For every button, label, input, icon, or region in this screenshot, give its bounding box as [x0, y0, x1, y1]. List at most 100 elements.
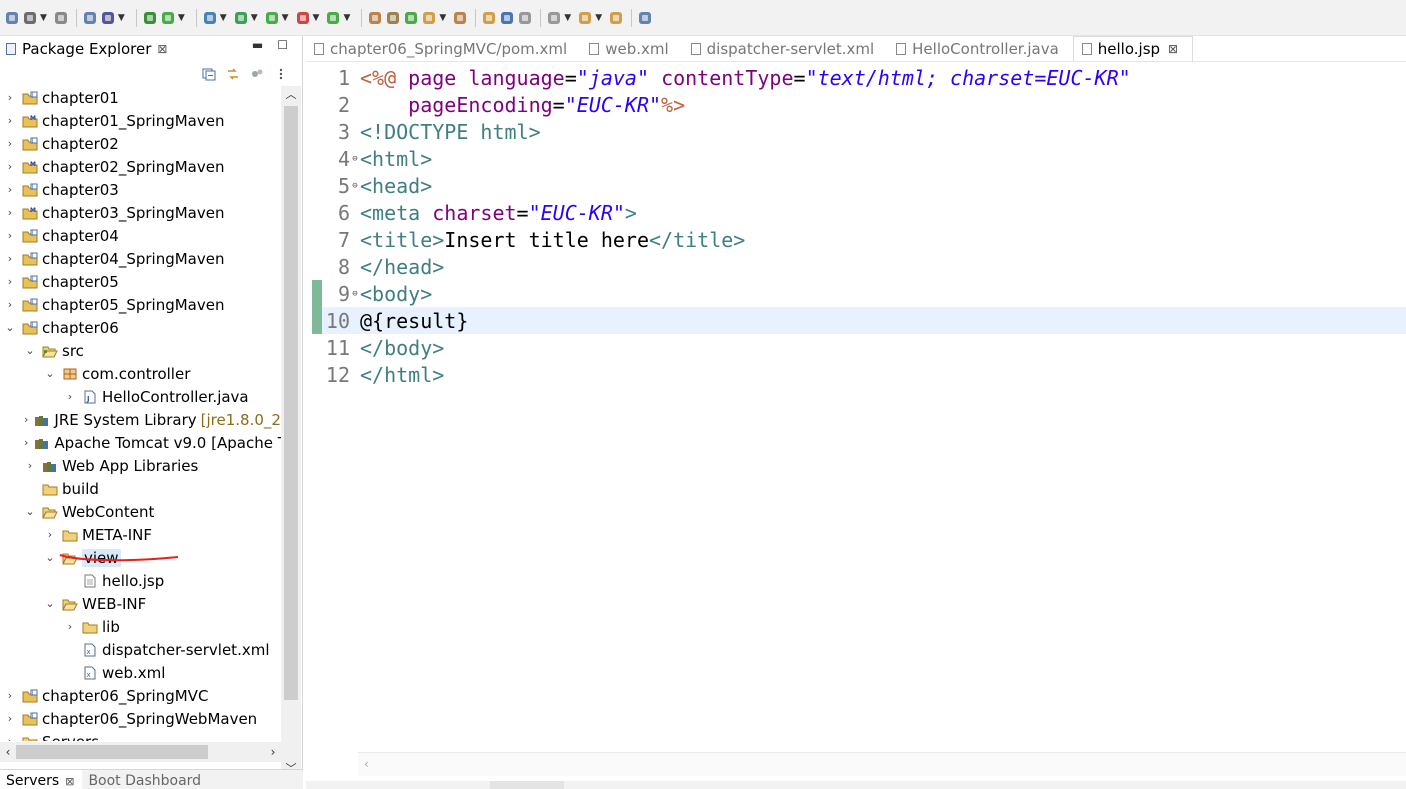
chevron-right-icon[interactable]: › [4, 712, 16, 725]
new-class-icon[interactable] [403, 7, 419, 29]
debug-server-icon[interactable] [142, 7, 158, 29]
chevron-right-icon[interactable]: › [4, 298, 16, 311]
prev-annotation-icon[interactable]: ▼ [546, 7, 575, 29]
editor-tab[interactable]: chapter06_SpringMVC/pom.xml [306, 36, 581, 61]
tab-servers[interactable]: Servers ⊠ [0, 770, 83, 789]
editor-horizontal-scrollbar[interactable]: ‹ [358, 752, 1406, 776]
chevron-down-icon[interactable]: ▼ [40, 10, 47, 26]
tree-item[interactable]: ⌄ WEB-INF [0, 592, 281, 615]
chevron-down-icon[interactable]: ▼ [282, 10, 289, 26]
new-icon[interactable] [4, 7, 20, 29]
chevron-right-icon[interactable]: › [4, 252, 16, 265]
save-all-icon[interactable] [53, 7, 69, 29]
code-editor[interactable]: 1 <%@ page language="java" contentType="t… [306, 63, 1406, 763]
forward-icon[interactable] [608, 7, 624, 29]
back-icon[interactable]: ▼ [577, 7, 606, 29]
tree-item[interactable]: › Mchapter01_SpringMaven [0, 109, 281, 132]
chevron-right-icon[interactable]: › [24, 413, 28, 426]
new-package-icon[interactable] [385, 7, 401, 29]
tree-item[interactable]: › J HelloController.java [0, 385, 281, 408]
tree-item[interactable]: ⌄ Jchapter06 [0, 316, 281, 339]
chevron-right-icon[interactable]: › [4, 160, 16, 173]
chevron-right-icon[interactable]: › [265, 742, 281, 762]
minimize-icon[interactable]: ▬ [252, 38, 263, 52]
globe-icon[interactable] [499, 7, 515, 29]
search-icon[interactable] [481, 7, 497, 29]
chevron-down-icon[interactable]: ▼ [313, 10, 320, 26]
tree-item[interactable]: › Web App Libraries [0, 454, 281, 477]
stop-icon[interactable]: ▼ [295, 7, 324, 29]
chevron-down-icon[interactable]: ▼ [564, 10, 571, 26]
scrollbar-thumb[interactable] [16, 745, 208, 759]
tree-item[interactable]: ⌄ com.controller [0, 362, 281, 385]
code-line[interactable]: 2 pageEncoding="EUC-KR"%> [322, 91, 685, 118]
tree-item[interactable]: › Jchapter06_SpringMVC [0, 684, 281, 707]
tree-item[interactable]: › Jchapter01 [0, 86, 281, 109]
tree-item[interactable]: › Jchapter06_SpringWebMaven [0, 707, 281, 730]
chevron-down-icon[interactable]: ⌄ [24, 344, 36, 357]
code-line[interactable]: 11 </body> [322, 334, 444, 361]
fold-icon[interactable]: ⊖ [350, 154, 360, 164]
chevron-right-icon[interactable]: › [4, 183, 16, 196]
close-icon[interactable]: ⊠ [1168, 42, 1178, 56]
code-line[interactable]: 7 <title>Insert title here</title> [322, 226, 745, 253]
tree-item[interactable]: › META-INF [0, 523, 281, 546]
editor-tab[interactable]: web.xml [581, 36, 682, 61]
external-tools-icon[interactable]: ▼ [325, 7, 354, 29]
code-line[interactable]: 3 <!DOCTYPE html> [322, 118, 541, 145]
chevron-down-icon[interactable]: ▼ [251, 10, 258, 26]
tree-item[interactable]: build [0, 477, 281, 500]
tab-boot-dashboard[interactable]: Boot Dashboard [82, 770, 209, 789]
view-menu-icon[interactable] [274, 67, 288, 81]
debug-icon[interactable]: ▼ [202, 7, 231, 29]
code-line[interactable]: 5 ⊖ <head> [322, 172, 432, 199]
open-type-icon[interactable]: ▼ [421, 7, 450, 29]
tree-item[interactable]: › Jchapter04 [0, 224, 281, 247]
filters-icon[interactable] [250, 67, 264, 81]
chevron-up-icon[interactable]: ︿ [281, 86, 301, 104]
tree-item[interactable]: x web.xml [0, 661, 281, 684]
chevron-down-icon[interactable]: ⌄ [44, 597, 56, 610]
chevron-right-icon[interactable]: › [64, 620, 76, 633]
close-icon[interactable]: ⊠ [157, 42, 167, 56]
close-icon[interactable]: ⊠ [65, 775, 74, 788]
chevron-down-icon[interactable]: ▼ [439, 10, 446, 26]
editor-tab[interactable]: HelloController.java [888, 36, 1073, 61]
tree-item[interactable]: › Mchapter02_SpringMaven [0, 155, 281, 178]
code-line[interactable]: 1 <%@ page language="java" contentType="t… [322, 64, 1131, 91]
chevron-right-icon[interactable]: › [4, 229, 16, 242]
chevron-down-icon[interactable]: ▼ [343, 10, 350, 26]
code-line[interactable]: 9 ⊖ <body> [322, 280, 432, 307]
tree-item[interactable]: › Servers [0, 730, 281, 741]
chevron-right-icon[interactable]: › [4, 275, 16, 288]
chevron-down-icon[interactable]: ⌄ [24, 505, 36, 518]
tree-item[interactable]: › lib [0, 615, 281, 638]
tree-item[interactable]: › Jchapter05_SpringMaven [0, 293, 281, 316]
tree-item[interactable]: › Jchapter05 [0, 270, 281, 293]
tree-item[interactable]: x dispatcher-servlet.xml [0, 638, 281, 661]
chevron-right-icon[interactable]: › [4, 206, 16, 219]
chevron-right-icon[interactable]: › [4, 137, 16, 150]
tree-horizontal-scrollbar[interactable]: ‹ › [0, 742, 281, 762]
chevron-down-icon[interactable]: ⌄ [44, 551, 56, 564]
chevron-right-icon[interactable]: › [24, 459, 36, 472]
print-icon[interactable] [82, 7, 98, 29]
tree-item[interactable]: › JRE System Library[jre1.8.0_261] [0, 408, 281, 431]
tree-item[interactable]: › Mchapter03_SpringMaven [0, 201, 281, 224]
skip-breakpoints-icon[interactable]: ▼ [100, 7, 129, 29]
package-explorer-tab[interactable]: Package Explorer ⊠ [2, 36, 172, 62]
chevron-down-icon[interactable]: ▼ [220, 10, 227, 26]
chevron-right-icon[interactable]: › [4, 91, 16, 104]
next-annotation-icon[interactable] [517, 7, 533, 29]
pin-editor-icon[interactable] [637, 7, 653, 29]
editor-tab[interactable]: hello.jsp ⊠ [1072, 36, 1194, 61]
chevron-down-icon[interactable]: ⌄ [4, 321, 16, 334]
tree-item[interactable]: › Jchapter04_SpringMaven [0, 247, 281, 270]
save-icon[interactable]: ▼ [22, 7, 51, 29]
code-line[interactable]: 12 </html> [322, 361, 444, 388]
chevron-right-icon[interactable]: › [4, 735, 16, 741]
code-line[interactable]: 8 </head> [322, 253, 444, 280]
chevron-down-icon[interactable]: ▼ [118, 10, 125, 26]
chevron-down-icon[interactable]: ▼ [595, 10, 602, 26]
chevron-down-icon[interactable]: ⌄ [44, 367, 56, 380]
